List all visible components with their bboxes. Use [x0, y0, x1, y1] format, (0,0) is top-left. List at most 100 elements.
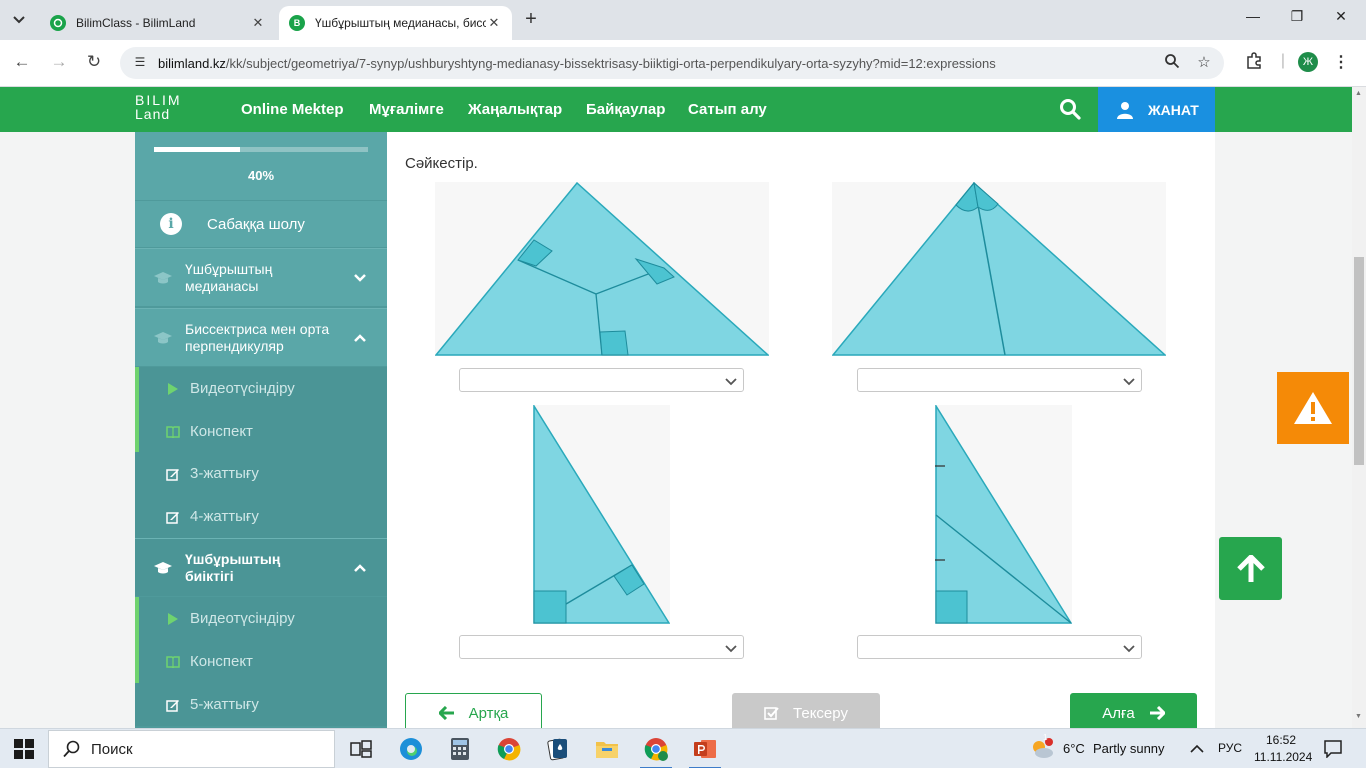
check-button-label: Тексеру — [793, 704, 848, 722]
forward-arrow-icon[interactable]: → — [47, 52, 71, 72]
next-button[interactable]: Алға — [1070, 693, 1197, 733]
answer-select-4[interactable] — [857, 635, 1142, 659]
sidebar-section-label: Үшбұрыштың биіктігі — [185, 550, 281, 584]
page-scrollbar[interactable]: ▲ ▼ — [1352, 87, 1366, 728]
nav-online-mektep[interactable]: Online Mektep — [241, 101, 344, 118]
next-button-label: Алға — [1102, 704, 1135, 722]
powerpoint-icon[interactable] — [689, 735, 721, 768]
info-icon: i — [160, 213, 182, 235]
close-tab-icon[interactable]: ✕ — [486, 15, 502, 31]
magnifier-icon — [1165, 54, 1180, 69]
figure-median — [927, 403, 1073, 624]
bilimclass-favicon — [50, 15, 66, 31]
chevron-down-icon — [354, 273, 366, 282]
minimize-window-button[interactable]: — — [1238, 8, 1268, 24]
edit-icon — [165, 510, 181, 524]
scroll-up-arrow-icon[interactable]: ▲ — [1355, 90, 1362, 97]
scrollbar-thumb[interactable] — [1354, 257, 1364, 465]
bilimland-favicon: B — [289, 15, 305, 31]
sidebar-item-label: Конспект — [190, 423, 253, 440]
tab-title: BilimClass - BilimLand — [76, 16, 196, 30]
clock-date[interactable]: 11.11.2024 — [1254, 750, 1312, 764]
browser-menu-icon[interactable]: ⋮ — [1333, 52, 1349, 72]
site-search-icon[interactable] — [1058, 97, 1082, 121]
sidebar-item-overview[interactable]: i Сабаққа шолу — [135, 201, 387, 247]
arrow-left-icon — [438, 706, 455, 720]
scroll-down-arrow-icon[interactable]: ▼ — [1355, 713, 1362, 720]
answer-select-1[interactable] — [459, 368, 744, 392]
weather-icon[interactable] — [1030, 735, 1054, 763]
taskbar-search-box[interactable]: Поиск — [48, 730, 335, 768]
bookmark-star-icon[interactable]: ☆ — [1194, 53, 1214, 71]
zoom-icon[interactable] — [1162, 53, 1182, 73]
back-button[interactable]: Артқа — [405, 693, 542, 733]
notifications-icon[interactable] — [1324, 740, 1342, 758]
url-text[interactable]: bilimland.kz/kk/subject/geometriya/7-syn… — [158, 56, 996, 71]
close-window-button[interactable]: ✕ — [1326, 8, 1356, 25]
sidebar-section-altitude[interactable]: Үшбұрыштың биіктігі — [135, 538, 387, 596]
file-explorer-icon[interactable] — [593, 735, 621, 763]
edge-browser-icon[interactable] — [397, 735, 425, 763]
solitaire-icon[interactable] — [544, 735, 572, 763]
sidebar-item-exercise-3[interactable]: 3-жаттығу — [135, 452, 387, 495]
address-bar[interactable]: ☰ bilimland.kz/kk/subject/geometriya/7-s… — [120, 47, 1224, 79]
bilimclass-logo-icon — [53, 18, 63, 28]
answer-select-3[interactable] — [459, 635, 744, 659]
sidebar-section-bisector[interactable]: Биссектриса мен орта перпендикуляр — [135, 308, 387, 366]
browser-tab-bilimland[interactable]: B Үшбұрыштың медианасы, биссектрисасы ✕ — [279, 6, 512, 40]
profile-avatar[interactable]: Ж — [1298, 52, 1318, 72]
browser-tab-bilimclass[interactable]: BilimClass - BilimLand ✕ — [40, 6, 276, 40]
chevron-down-icon — [725, 378, 737, 386]
sidebar-item-notes[interactable]: Конспект — [135, 410, 387, 453]
book-icon — [165, 655, 181, 668]
nav-news[interactable]: Жаңалықтар — [468, 101, 562, 118]
scroll-to-top-button[interactable] — [1219, 537, 1282, 600]
sidebar-item-video[interactable]: Видеотүсіндіру — [135, 597, 387, 640]
nav-teachers[interactable]: Мұғалімге — [369, 101, 444, 118]
chevron-up-icon[interactable] — [1190, 744, 1204, 754]
checkbox-icon — [764, 706, 779, 721]
windows-start-icon[interactable] — [14, 739, 34, 759]
arrow-right-icon — [1149, 706, 1165, 720]
extensions-icon[interactable] — [1243, 52, 1265, 75]
sidebar-section-label: Үшбұрыштың медианасы — [185, 260, 273, 294]
edit-icon — [165, 698, 181, 712]
sidebar-item-label: Видеотүсіндіру — [190, 380, 295, 397]
new-tab-button[interactable]: + — [520, 8, 542, 31]
check-button[interactable]: Тексеру — [732, 693, 880, 733]
nav-buy[interactable]: Сатып алу — [688, 101, 767, 118]
sidebar-item-notes[interactable]: Конспект — [135, 640, 387, 683]
calculator-icon[interactable] — [446, 735, 474, 763]
back-arrow-icon[interactable]: ← — [10, 52, 34, 72]
chrome-icon[interactable] — [495, 735, 523, 763]
sidebar-item-video[interactable]: Видеотүсіндіру — [135, 367, 387, 410]
sidebar-section-median[interactable]: Үшбұрыштың медианасы — [135, 248, 387, 306]
browser-toolbar: ← → ↻ ☰ bilimland.kz/kk/subject/geometri… — [0, 40, 1366, 87]
graduation-cap-icon — [154, 561, 172, 573]
task-view-icon[interactable] — [347, 735, 375, 763]
user-account-button[interactable]: ЖАНАТ — [1098, 87, 1215, 132]
clock-time[interactable]: 16:52 — [1266, 733, 1296, 747]
windows-taskbar: Поиск 1 6°C Partly sunny РУС 16:52 11.11… — [0, 728, 1366, 768]
book-icon — [165, 425, 181, 438]
chevron-down-icon — [1123, 378, 1135, 386]
sidebar-item-exercise-5[interactable]: 5-жаттығу — [135, 683, 387, 726]
close-tab-icon[interactable]: ✕ — [250, 15, 266, 31]
site-info-icon[interactable]: ☰ — [132, 55, 148, 71]
reload-icon[interactable]: ↻ — [82, 52, 106, 72]
browser-tab-bar: BilimClass - BilimLand ✕ B Үшбұрыштың ме… — [0, 0, 1366, 40]
report-error-button[interactable] — [1277, 372, 1349, 444]
answer-select-2[interactable] — [857, 368, 1142, 392]
input-language[interactable]: РУС — [1218, 741, 1242, 755]
graduation-cap-icon — [154, 331, 172, 343]
nav-contests[interactable]: Байқаулар — [586, 101, 665, 118]
restore-window-button[interactable]: ❐ — [1282, 8, 1312, 25]
back-button-label: Артқа — [468, 704, 509, 722]
user-icon — [1117, 101, 1133, 119]
sidebar-item-exercise-4[interactable]: 4-жаттығу — [135, 495, 387, 538]
chrome-profile-icon[interactable] — [640, 735, 672, 768]
bilimland-logo[interactable]: BILIM Land — [135, 93, 182, 121]
tab-search-button[interactable] — [7, 8, 31, 32]
warning-icon — [1294, 392, 1332, 424]
site-header: BILIM Land Online Mektep Мұғалімге Жаңал… — [0, 87, 1352, 132]
